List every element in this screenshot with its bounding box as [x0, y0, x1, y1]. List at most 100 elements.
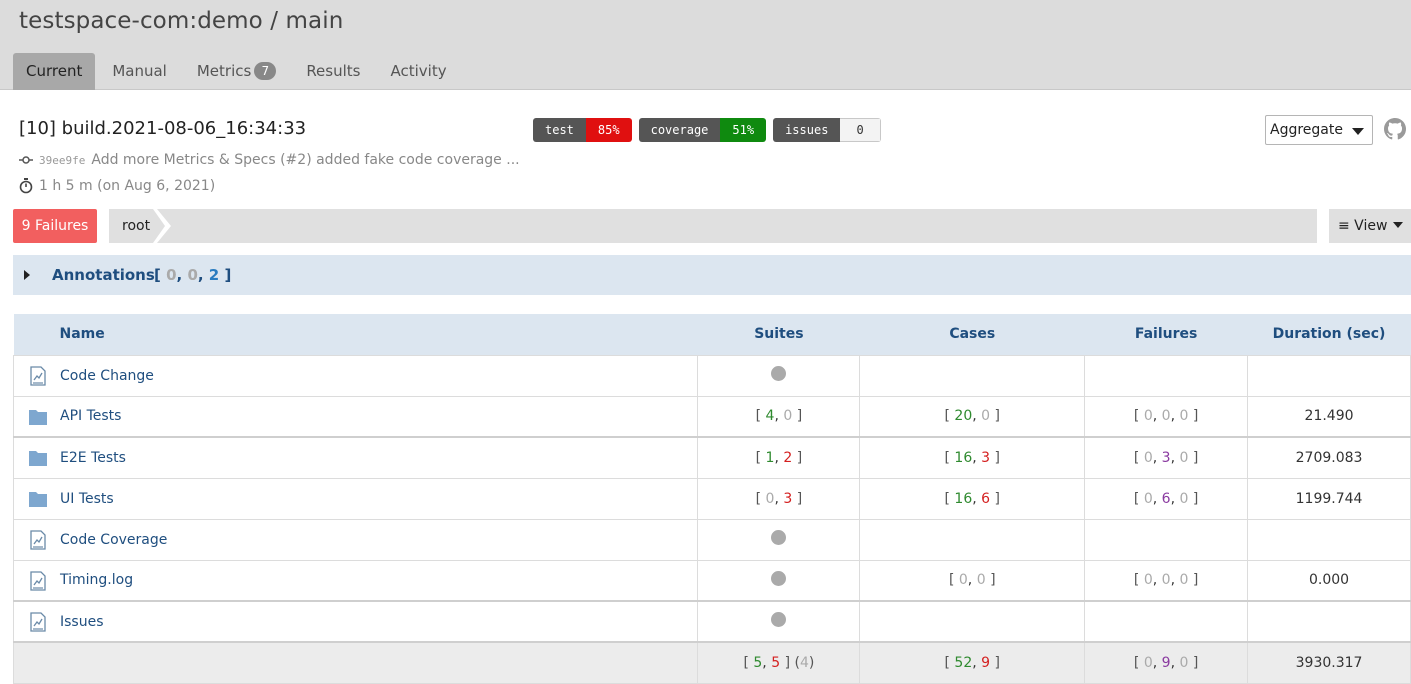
- status-dot-icon: [771, 612, 787, 627]
- commit-info: 39ee9fe Add more Metrics & Specs (#2) ad…: [19, 152, 520, 168]
- table-header: Name Suites Cases Failures Duration (sec…: [13, 314, 1411, 355]
- annotation-count: 2: [208, 266, 220, 284]
- annotations-label: Annotations: [52, 266, 155, 284]
- cases-cell: [859, 354, 1086, 397]
- annotation-count: 0: [187, 266, 198, 284]
- failure-count: 0: [1161, 408, 1171, 425]
- tab-label: Results: [306, 62, 361, 80]
- expand-triangle-icon[interactable]: [24, 270, 30, 280]
- failures-cell: [1084, 354, 1249, 397]
- cases-failed: 3: [981, 449, 991, 466]
- cases-passed: 20: [954, 408, 973, 425]
- name-cell: API Tests: [12, 395, 699, 438]
- stopwatch-icon: [19, 178, 33, 194]
- issues-badge[interactable]: issues 0: [773, 118, 881, 142]
- row-name-link[interactable]: Issues: [60, 614, 104, 630]
- commit-hash[interactable]: 39ee9fe: [39, 154, 85, 167]
- tab-activity[interactable]: Activity: [377, 53, 459, 90]
- document-icon: [30, 570, 46, 591]
- totals-row: [ 5, 5 ] (4) [ 52, 9 ] [ 0, 9, 0 ] 3930.…: [12, 641, 1411, 684]
- table-row[interactable]: API Tests [ 4, 0 ] [ 20, 0 ] [ 0, 0, 0 ]…: [12, 395, 1411, 438]
- table-row[interactable]: Timing.log [ 0, 0 ] [ 0, 0, 0 ] 0.000: [12, 559, 1411, 602]
- folder-icon: [29, 491, 47, 507]
- test-badge[interactable]: test 85%: [533, 118, 632, 142]
- tab-results[interactable]: Results: [293, 53, 373, 90]
- failures-cell: [ 0, 3, 0 ]: [1084, 436, 1249, 479]
- column-header[interactable]: Cases: [859, 314, 1085, 355]
- build-title: [10] build.2021-08-06_16:34:33: [19, 118, 307, 139]
- failure-count: 3: [1161, 449, 1171, 466]
- tab-manual[interactable]: Manual: [99, 53, 180, 90]
- row-name-link[interactable]: Code Coverage: [60, 532, 167, 548]
- cases-total-cell: [ 52, 9 ]: [859, 641, 1086, 684]
- cases-cell: [ 20, 0 ]: [859, 395, 1086, 438]
- column-header[interactable]: Failures: [1084, 314, 1248, 355]
- table-row[interactable]: E2E Tests [ 1, 2 ] [ 16, 3 ] [ 0, 3, 0 ]…: [12, 436, 1411, 479]
- badge-value: 0: [840, 118, 881, 142]
- row-name-link[interactable]: API Tests: [60, 408, 121, 424]
- suites-cell: [ 4, 0 ]: [697, 395, 861, 438]
- badge-label: test: [533, 118, 586, 142]
- name-cell: E2E Tests: [12, 436, 699, 479]
- tab-current[interactable]: Current: [13, 53, 96, 90]
- row-name-link[interactable]: UI Tests: [60, 491, 114, 507]
- column-header[interactable]: Name: [13, 314, 698, 355]
- tab-bar: Current Manual Metrics 7 Results Activity: [13, 53, 464, 90]
- cases-failed: 6: [981, 490, 991, 507]
- row-name-link[interactable]: Timing.log: [60, 572, 133, 588]
- duration-cell: 21.490: [1247, 395, 1411, 438]
- folder-icon: [29, 409, 47, 425]
- aggregate-select[interactable]: Aggregate: [1265, 115, 1373, 145]
- name-cell: Issues: [12, 600, 699, 643]
- failure-count: 0: [1161, 572, 1171, 589]
- suites-extra: 4: [799, 654, 809, 671]
- cases-passed: 16: [954, 449, 973, 466]
- commit-icon: [19, 156, 33, 164]
- chevron-down-icon: [1393, 222, 1404, 228]
- cases-failed: 0: [976, 572, 986, 589]
- column-header[interactable]: Suites: [697, 314, 860, 355]
- suites-cell: [697, 559, 861, 602]
- coverage-badge[interactable]: coverage 51%: [638, 118, 767, 142]
- document-icon: [30, 365, 46, 386]
- annotations-bar[interactable]: Annotations [ 0, 0, 2 ]: [13, 255, 1411, 295]
- annotations-counts: [ 0, 0, 2 ]: [154, 266, 232, 284]
- tab-metrics[interactable]: Metrics 7: [184, 53, 289, 90]
- name-cell: Code Coverage: [12, 518, 699, 561]
- tab-label: Metrics: [196, 62, 252, 80]
- cases-passed: 16: [954, 490, 973, 507]
- row-name-link[interactable]: Code Change: [60, 368, 154, 384]
- view-menu-button[interactable]: ≡ View: [1329, 209, 1411, 243]
- table-row[interactable]: UI Tests [ 0, 3 ] [ 16, 6 ] [ 0, 6, 0 ] …: [12, 477, 1411, 520]
- table-row[interactable]: Issues: [12, 600, 1411, 643]
- duration-cell: [1247, 518, 1411, 561]
- status-dot-icon: [771, 530, 787, 545]
- suites-passed: 0: [765, 490, 775, 507]
- suites-passed: 5: [753, 654, 763, 671]
- document-icon: [30, 612, 46, 632]
- failures-cell: [ 0, 0, 0 ]: [1084, 395, 1249, 438]
- aggregate-select-value: Aggregate: [1270, 122, 1343, 138]
- failures-cell: [1084, 600, 1249, 643]
- failures-button[interactable]: 9 Failures: [13, 209, 97, 243]
- failure-count: 0: [1143, 490, 1153, 507]
- table-row[interactable]: Code Change: [12, 354, 1411, 397]
- metrics-count-badge: 7: [254, 62, 277, 80]
- badge-label: issues: [773, 118, 841, 142]
- row-name-link[interactable]: E2E Tests: [60, 450, 126, 466]
- duration-info: 1 h 5 m (on Aug 6, 2021): [19, 178, 215, 194]
- duration-total-cell: 3930.317: [1247, 641, 1411, 684]
- column-header[interactable]: Duration (sec): [1247, 314, 1411, 355]
- status-dot-icon: [771, 570, 787, 586]
- status-dot-icon: [771, 366, 787, 381]
- breadcrumb-separator-icon: [153, 209, 171, 243]
- failure-count: 0: [1143, 654, 1153, 671]
- cases-cell: [859, 600, 1086, 643]
- suites-cell: [697, 354, 861, 397]
- folder-icon: [29, 451, 47, 466]
- table-row[interactable]: Code Coverage: [12, 518, 1411, 561]
- github-icon[interactable]: [1384, 118, 1406, 140]
- failures-total-cell: [ 0, 9, 0 ]: [1084, 641, 1249, 684]
- failure-count: 0: [1143, 408, 1153, 425]
- cases-cell: [ 16, 3 ]: [859, 436, 1086, 479]
